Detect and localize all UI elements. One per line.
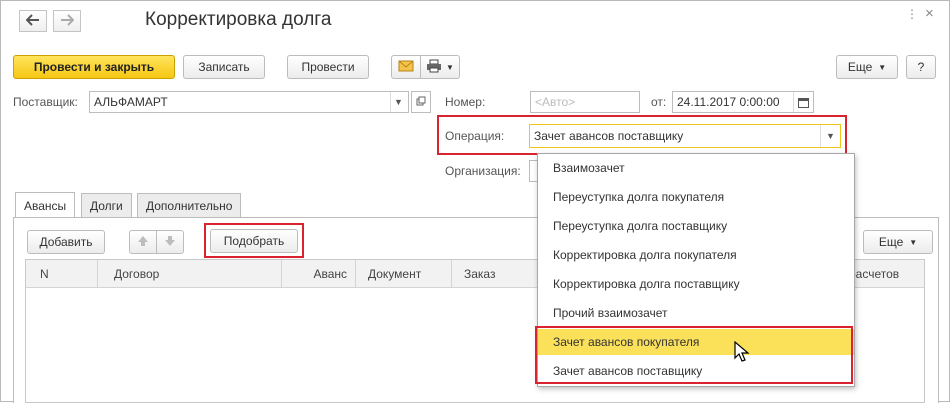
number-placeholder: <Авто> <box>535 95 576 109</box>
number-label: Номер: <box>445 95 486 109</box>
dropdown-item-supplier-debt-adjustment[interactable]: Корректировка долга поставщику <box>538 271 854 297</box>
tab-additional[interactable]: Дополнительно <box>137 193 242 217</box>
column-contract[interactable]: Договор <box>98 260 282 288</box>
forward-button[interactable] <box>53 10 81 32</box>
column-settlement[interactable]: расчетов <box>844 260 926 288</box>
dropdown-highlight <box>535 326 853 384</box>
arrow-down-icon <box>164 235 176 250</box>
chevron-down-icon[interactable]: ▼ <box>390 92 406 112</box>
dropdown-item-buyer-debt-assignment[interactable]: Переуступка долга покупателя <box>538 184 854 210</box>
chevron-down-icon: ▼ <box>909 237 918 247</box>
close-icon[interactable]: × <box>925 5 934 22</box>
more-label: Еще <box>847 60 873 74</box>
more-button[interactable]: Еще ▼ <box>836 55 898 79</box>
help-button[interactable]: ? <box>906 55 936 79</box>
open-icon <box>416 95 426 109</box>
operation-value: Зачет авансов поставщику <box>534 129 684 143</box>
arrow-up-icon <box>137 235 149 250</box>
organization-label: Организация: <box>445 164 521 178</box>
print-button[interactable]: ▼ <box>420 55 460 79</box>
date-value: 24.11.2017 0:00:00 <box>677 95 780 109</box>
pick-button[interactable]: Подобрать <box>210 229 298 253</box>
dropdown-item-other-offset[interactable]: Прочий взаимозачет <box>538 300 854 326</box>
number-field[interactable]: <Авто> <box>530 91 640 113</box>
column-document[interactable]: Документ <box>356 260 452 288</box>
dropdown-item-supplier-debt-assignment[interactable]: Переуступка долга поставщику <box>538 213 854 239</box>
move-down-button[interactable] <box>156 230 184 254</box>
calendar-icon[interactable] <box>793 92 813 112</box>
table-more-button[interactable]: Еще ▼ <box>863 230 933 254</box>
dropdown-item-buyer-debt-adjustment[interactable]: Корректировка долга покупателя <box>538 242 854 268</box>
chevron-down-icon: ▼ <box>878 62 887 72</box>
printer-icon <box>426 59 442 76</box>
table-more-label: Еще <box>878 235 904 249</box>
post-and-close-button[interactable]: Провести и закрыть <box>13 55 175 79</box>
column-advance[interactable]: Аванс <box>282 260 356 288</box>
email-button[interactable] <box>391 55 421 79</box>
date-label: от: <box>651 95 667 109</box>
chevron-down-icon[interactable]: ▼ <box>820 125 840 147</box>
date-field[interactable]: 24.11.2017 0:00:00 <box>672 91 814 113</box>
chevron-down-icon: ▼ <box>446 62 454 72</box>
window-menu-icon[interactable]: ⋮ <box>906 7 918 21</box>
supplier-value: АЛЬФАМАРТ <box>94 95 168 109</box>
document-window: Корректировка долга ⋮ × Провести и закры… <box>0 0 950 403</box>
move-up-button[interactable] <box>129 230 157 254</box>
operation-select[interactable]: Зачет авансов поставщику ▼ <box>529 124 841 148</box>
column-n[interactable]: N <box>26 260 98 288</box>
save-button[interactable]: Записать <box>183 55 265 79</box>
supplier-label: Поставщик: <box>13 95 78 109</box>
page-title: Корректировка долга <box>145 9 332 30</box>
arrow-right-icon <box>60 13 75 29</box>
dropdown-item-mutual-offset[interactable]: Взаимозачет <box>538 155 854 181</box>
arrow-left-icon <box>25 13 40 29</box>
open-supplier-button[interactable] <box>411 91 431 113</box>
tab-advances[interactable]: Авансы <box>15 192 76 218</box>
mouse-cursor-icon <box>733 340 751 366</box>
post-button[interactable]: Провести <box>287 55 369 79</box>
tab-debts[interactable]: Долги <box>81 193 132 217</box>
add-button[interactable]: Добавить <box>27 230 105 254</box>
supplier-field[interactable]: АЛЬФАМАРТ ▼ <box>89 91 409 113</box>
back-button[interactable] <box>19 10 47 32</box>
envelope-icon <box>398 60 414 75</box>
operation-label: Операция: <box>445 129 505 143</box>
